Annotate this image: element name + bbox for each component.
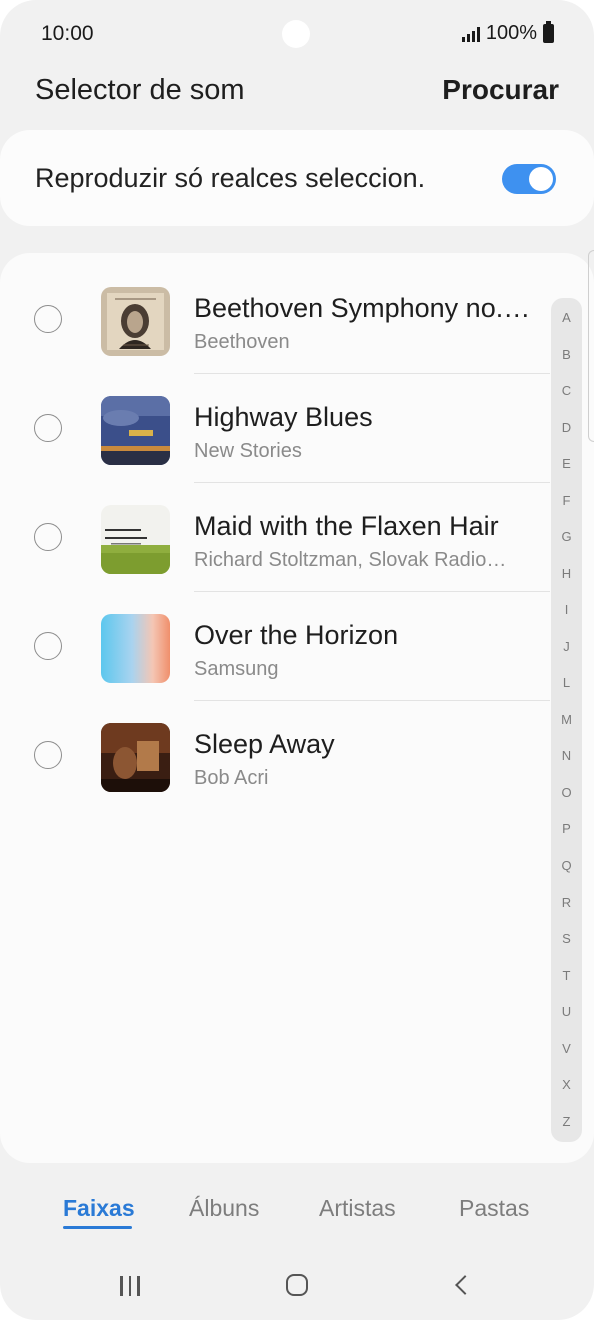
track-artist: Beethoven bbox=[194, 331, 290, 353]
track-row[interactable]: Over the Horizon Samsung bbox=[0, 580, 550, 701]
battery-percent: 100% bbox=[485, 22, 537, 44]
tab-faixas[interactable]: Faixas bbox=[63, 1195, 135, 1222]
track-artist: New Stories bbox=[194, 440, 302, 462]
index-letter[interactable]: P bbox=[562, 821, 571, 837]
track-row[interactable]: Sleep Away Bob Acri bbox=[0, 689, 550, 798]
track-title: Highway Blues bbox=[194, 402, 373, 432]
index-letter[interactable]: R bbox=[562, 895, 571, 911]
highlights-toggle[interactable] bbox=[502, 164, 556, 194]
search-button[interactable]: Procurar bbox=[442, 74, 559, 106]
track-row[interactable]: Beethoven Symphony no.… Beethoven bbox=[0, 253, 550, 374]
home-icon[interactable] bbox=[286, 1274, 308, 1296]
index-letter[interactable]: B bbox=[562, 347, 571, 363]
index-letter[interactable]: I bbox=[565, 602, 569, 618]
index-letter[interactable]: S bbox=[562, 931, 571, 947]
signal-icon bbox=[461, 26, 480, 42]
track-row[interactable]: Highway Blues New Stories bbox=[0, 362, 550, 483]
bottom-tabs: Faixas Álbuns Artistas Pastas bbox=[0, 1195, 594, 1235]
tab-artistas[interactable]: Artistas bbox=[319, 1195, 396, 1222]
toggle-knob bbox=[529, 167, 553, 191]
album-art bbox=[101, 723, 170, 792]
index-letter[interactable]: N bbox=[562, 748, 571, 764]
index-letter[interactable]: O bbox=[561, 785, 571, 801]
track-radio[interactable] bbox=[34, 741, 62, 769]
track-artist: Richard Stoltzman, Slovak Radio… bbox=[194, 549, 507, 571]
index-letter[interactable]: F bbox=[563, 493, 571, 509]
index-letter[interactable]: C bbox=[562, 383, 571, 399]
index-letter[interactable]: U bbox=[562, 1004, 571, 1020]
status-icons: 100% bbox=[461, 21, 554, 45]
track-title: Beethoven Symphony no.… bbox=[194, 293, 531, 323]
active-tab-indicator bbox=[63, 1226, 132, 1229]
track-artist: Bob Acri bbox=[194, 767, 269, 789]
track-artist: Samsung bbox=[194, 658, 279, 680]
index-letter[interactable]: A bbox=[562, 310, 571, 326]
recent-apps-icon[interactable] bbox=[120, 1276, 140, 1296]
index-letter[interactable]: X bbox=[562, 1077, 571, 1093]
index-letter[interactable]: M bbox=[561, 712, 572, 728]
index-letter[interactable]: Z bbox=[563, 1114, 571, 1130]
track-radio[interactable] bbox=[34, 523, 62, 551]
index-letter[interactable]: T bbox=[563, 968, 571, 984]
track-radio[interactable] bbox=[34, 305, 62, 333]
index-letter[interactable]: Q bbox=[561, 858, 571, 874]
alphabet-index-scroller[interactable]: A B C D E F G H I J L M N O P Q R S T U V X Z bbox=[551, 298, 582, 1142]
album-art bbox=[101, 505, 170, 574]
track-title: Maid with the Flaxen Hair bbox=[194, 511, 499, 541]
camera-cutout bbox=[282, 20, 310, 48]
index-letter[interactable]: L bbox=[563, 675, 570, 691]
back-icon[interactable] bbox=[455, 1275, 475, 1295]
status-time: 10:00 bbox=[41, 22, 94, 45]
index-letter[interactable]: J bbox=[563, 639, 570, 655]
track-radio[interactable] bbox=[34, 632, 62, 660]
index-letter[interactable]: G bbox=[561, 529, 571, 545]
edge-panel-handle[interactable] bbox=[588, 250, 594, 442]
track-radio[interactable] bbox=[34, 414, 62, 442]
highlights-card: Reproduzir só realces seleccion. bbox=[0, 130, 594, 226]
track-title: Over the Horizon bbox=[194, 620, 399, 650]
album-art bbox=[101, 396, 170, 465]
track-title: Sleep Away bbox=[194, 729, 335, 759]
phone-screen: 10:00 100% Selector de som Procurar Repr… bbox=[0, 0, 594, 1320]
battery-icon bbox=[543, 21, 554, 43]
tab-albuns[interactable]: Álbuns bbox=[189, 1195, 259, 1222]
highlights-label: Reproduzir só realces seleccion. bbox=[35, 163, 426, 193]
index-letter[interactable]: V bbox=[562, 1041, 571, 1057]
index-letter[interactable]: E bbox=[562, 456, 571, 472]
index-letter[interactable]: D bbox=[562, 420, 571, 436]
track-list: Beethoven Symphony no.… Beethoven Highwa… bbox=[0, 253, 594, 1163]
page-title: Selector de som bbox=[35, 74, 245, 106]
album-art bbox=[101, 614, 170, 683]
index-letter[interactable]: H bbox=[562, 566, 571, 582]
tab-pastas[interactable]: Pastas bbox=[459, 1195, 529, 1222]
track-row[interactable]: Maid with the Flaxen Hair Richard Stoltz… bbox=[0, 471, 550, 592]
album-art bbox=[101, 287, 170, 356]
